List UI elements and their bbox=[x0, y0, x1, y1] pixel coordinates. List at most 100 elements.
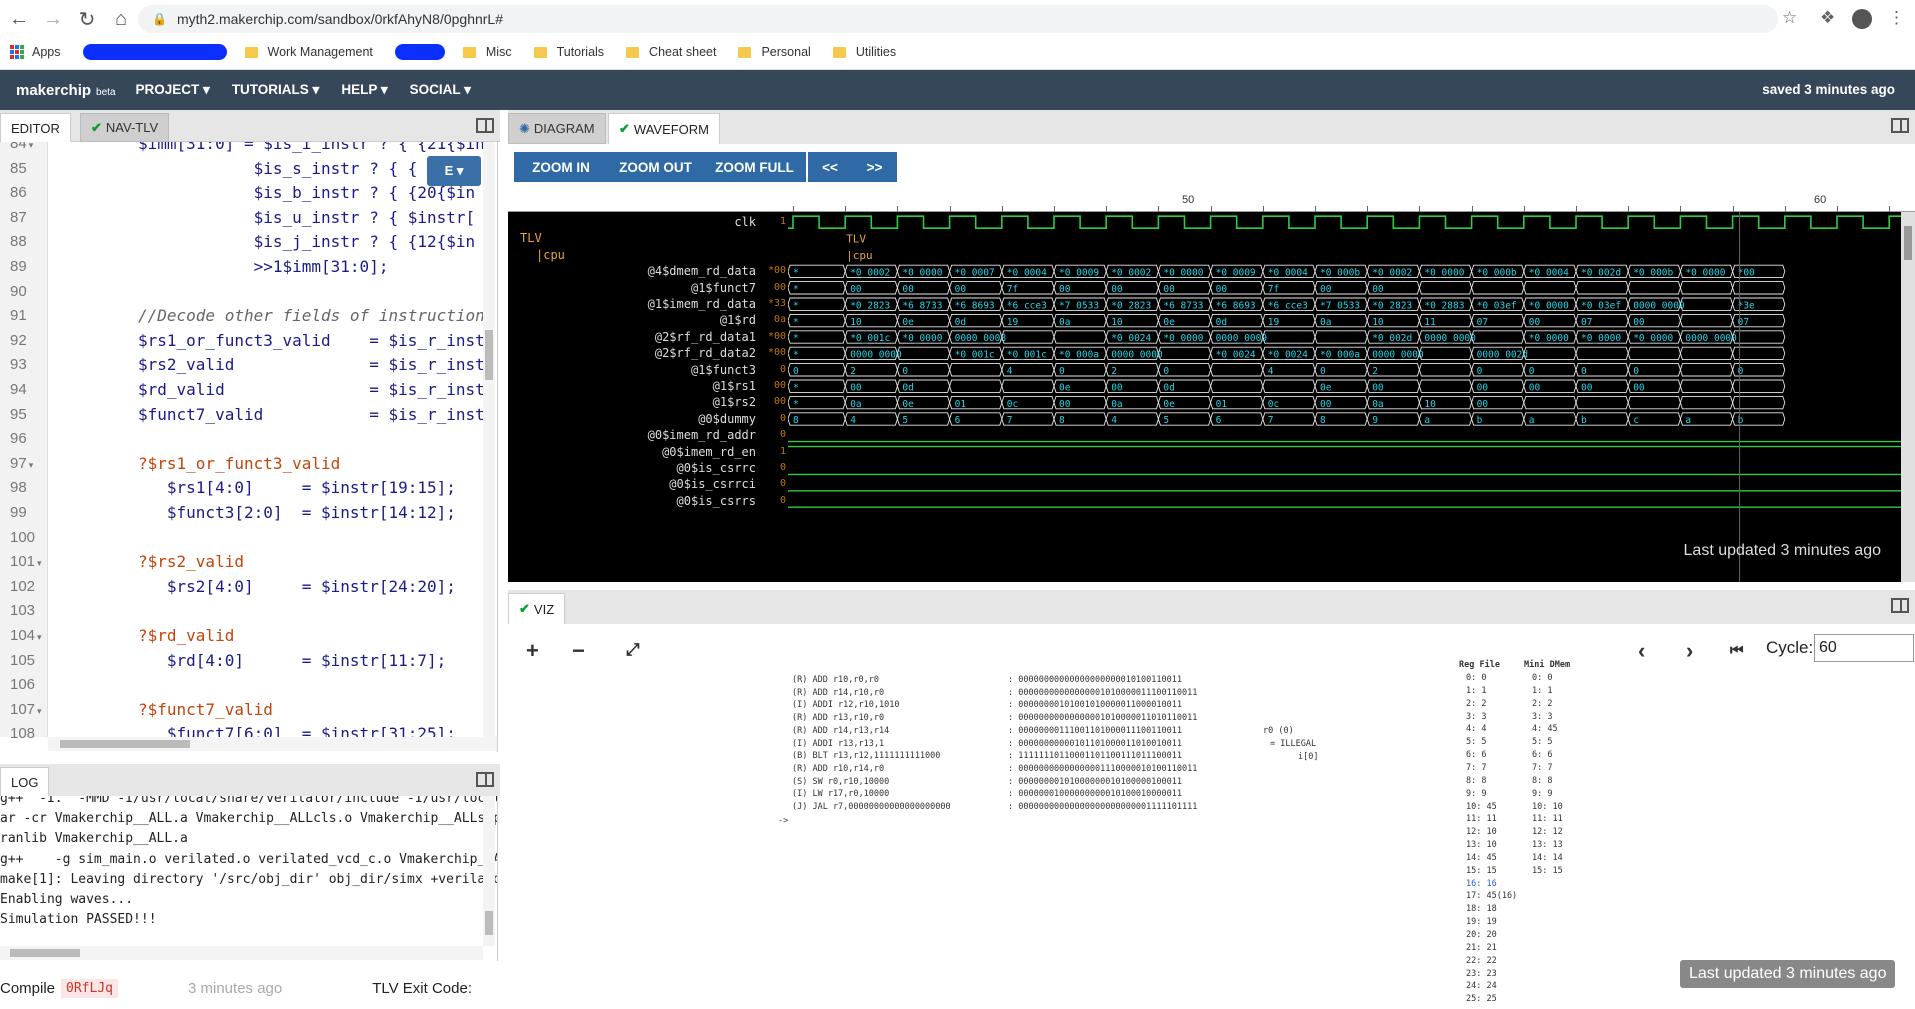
zoom-out-button[interactable]: ZOOM OUT bbox=[608, 152, 703, 182]
fold-arrow-icon[interactable]: ▾ bbox=[29, 460, 34, 470]
bookmark-label: Tutorials bbox=[556, 45, 605, 59]
instruction-binary: : 00000000111001101000011100110011 bbox=[1008, 725, 1182, 736]
tab-label: WAVEFORM bbox=[633, 121, 710, 137]
editor-horizontal-scrollbar[interactable] bbox=[48, 737, 497, 751]
compile-id-badge[interactable]: 0RfLJq bbox=[61, 978, 118, 998]
fold-arrow-icon[interactable]: ▾ bbox=[37, 558, 42, 568]
regfile-entry: 1: 1 bbox=[1466, 685, 1487, 696]
cycle-label: Cycle: bbox=[1766, 638, 1814, 657]
bus-value: 0e bbox=[902, 399, 914, 410]
bookmark-tutorials[interactable]: Tutorials bbox=[533, 45, 605, 59]
instruction-asm: (R) ADD r10,r14,r0 bbox=[792, 763, 885, 774]
bookmark-misc[interactable]: Misc bbox=[462, 45, 512, 59]
dmem-entry: 3: 3 bbox=[1532, 711, 1553, 722]
menu-tutorials[interactable]: TUTORIALS ▾ bbox=[232, 82, 320, 98]
first-cycle-icon[interactable]: ⏮ bbox=[1730, 642, 1744, 659]
regfile-entry: 20: 20 bbox=[1466, 930, 1497, 940]
pane-toggle-icon[interactable] bbox=[476, 118, 494, 133]
bus-segment bbox=[1679, 379, 1734, 393]
bookmark-utilities[interactable]: Utilities bbox=[832, 45, 896, 59]
next-cycle-icon[interactable]: › bbox=[1686, 638, 1693, 664]
regfile-entry: 22: 22 bbox=[1466, 955, 1497, 966]
bus-value: a bbox=[1424, 415, 1430, 426]
code-editor[interactable]: 84 ▾ 85 86 87 88 89 90 91 92 93 94 95 96 97 ▾ 98 99 100 101… bbox=[0, 142, 498, 752]
bus-segment bbox=[1471, 281, 1525, 295]
star-icon[interactable]: ☆ bbox=[1782, 8, 1797, 28]
signal-name[interactable]: @0$is_csrrs bbox=[508, 491, 756, 511]
menu-social[interactable]: SOCIAL ▾ bbox=[410, 82, 471, 98]
bookmark-cheat-sheet[interactable]: Cheat sheet bbox=[626, 45, 716, 59]
scroll-thumb[interactable] bbox=[1904, 226, 1912, 260]
bus-value: 0000_0008 bbox=[955, 333, 1007, 344]
bookmark-personal[interactable]: Personal bbox=[738, 45, 811, 59]
profile-avatar-icon[interactable] bbox=[1852, 9, 1872, 29]
bookmark-apps[interactable]: Apps bbox=[10, 45, 61, 59]
check-icon: ✔ bbox=[519, 601, 530, 616]
scroll-thumb[interactable] bbox=[485, 330, 493, 380]
bus-value: *7_0533 bbox=[1059, 300, 1099, 311]
pane-toggle-icon[interactable] bbox=[1891, 598, 1909, 613]
prev-cycle-icon[interactable]: ‹ bbox=[1638, 638, 1645, 664]
cycle-input[interactable]: 60 bbox=[1814, 634, 1914, 662]
waveform-traces[interactable]: TLV |cpu * *0_0002 *0_0000 *0_0007 *0_0004 *0_0… bbox=[788, 212, 1901, 582]
tab-viz[interactable]: ✔ VIZ bbox=[508, 593, 566, 624]
waveform-scrollbar[interactable] bbox=[1901, 212, 1915, 582]
bus-value: * bbox=[793, 317, 799, 328]
bookmark-work-management[interactable]: Work Management bbox=[244, 45, 373, 59]
tab-nav-tlv[interactable]: ✔ NAV-TLV bbox=[80, 113, 170, 142]
log-output: g++ -I. -MMD -I/usr/local/share/verilato… bbox=[0, 796, 498, 961]
scroll-right-button[interactable]: >> bbox=[852, 152, 897, 182]
menu-project[interactable]: PROJECT ▾ bbox=[136, 82, 210, 98]
zoom-in-icon[interactable]: + bbox=[526, 638, 539, 664]
instruction-asm: (S) SW r0,r10,10000 bbox=[792, 776, 890, 787]
dmem-entry: 6: 6 bbox=[1532, 750, 1553, 761]
bus-value: *0_0000 bbox=[902, 268, 942, 279]
reload-icon[interactable]: ↻ bbox=[72, 4, 102, 34]
tab-editor[interactable]: EDITOR bbox=[0, 113, 71, 142]
bus-value: 07 bbox=[1477, 317, 1488, 328]
scroll-thumb[interactable] bbox=[60, 740, 190, 748]
tab-log[interactable]: LOG bbox=[0, 767, 50, 796]
zoom-out-icon[interactable]: − bbox=[572, 638, 585, 664]
line-number: 98 bbox=[10, 479, 27, 497]
extensions-icon[interactable]: ❖ bbox=[1820, 8, 1835, 28]
bus-value: 0000_002d bbox=[1477, 350, 1528, 361]
dmem-entry: 14: 14 bbox=[1532, 852, 1563, 863]
bookmark-label: Misc bbox=[485, 45, 512, 59]
waveform-tabbar: ✺ DIAGRAM ✔ WAVEFORM bbox=[508, 110, 1915, 144]
scroll-thumb[interactable] bbox=[10, 949, 80, 957]
editor-e-dropdown-button[interactable]: E ▾ bbox=[427, 156, 481, 186]
bus-segment bbox=[1627, 346, 1681, 361]
code-line: ?$funct7_valid bbox=[138, 699, 273, 719]
bus-value: *0_0000 bbox=[902, 333, 942, 344]
browser-menu-icon[interactable]: ⋮ bbox=[1888, 8, 1905, 28]
tab-diagram[interactable]: ✺ DIAGRAM bbox=[508, 113, 606, 144]
fold-arrow-icon[interactable]: ▾ bbox=[37, 706, 42, 716]
forward-icon[interactable]: → bbox=[38, 4, 68, 34]
bus-value: *0_000b bbox=[1320, 268, 1360, 279]
bus-segment bbox=[1418, 363, 1473, 377]
address-bar[interactable]: 🔒 myth2.makerchip.com/sandbox/0rkfAhyN8/… bbox=[138, 5, 1778, 33]
zoom-full-button[interactable]: ZOOM FULL bbox=[703, 152, 806, 182]
back-icon[interactable]: ← bbox=[4, 4, 34, 34]
home-icon[interactable]: ⌂ bbox=[106, 4, 136, 34]
makerchip-logo[interactable]: makerchip beta bbox=[16, 82, 116, 99]
bus-segment bbox=[1001, 330, 1055, 344]
pane-toggle-icon[interactable] bbox=[476, 772, 494, 787]
tab-waveform[interactable]: ✔ WAVEFORM bbox=[608, 113, 721, 144]
menu-help[interactable]: HELP ▾ bbox=[341, 82, 387, 98]
scope-label: |cpu bbox=[846, 249, 873, 262]
scroll-left-button[interactable]: << bbox=[808, 152, 852, 182]
bus-segment bbox=[1210, 363, 1264, 377]
fold-arrow-icon[interactable]: ▾ bbox=[29, 142, 34, 150]
zoom-in-button[interactable]: ZOOM IN bbox=[514, 152, 608, 182]
bus-segment bbox=[1575, 395, 1629, 410]
log-horizontal-scrollbar[interactable] bbox=[0, 946, 483, 960]
editor-vertical-scrollbar[interactable] bbox=[483, 142, 495, 737]
scroll-thumb[interactable] bbox=[485, 911, 493, 935]
bus-segment bbox=[1157, 346, 1212, 361]
pane-toggle-icon[interactable] bbox=[1891, 118, 1909, 133]
fit-expand-icon[interactable]: ⤢ bbox=[626, 640, 640, 660]
fold-arrow-icon[interactable]: ▾ bbox=[37, 632, 42, 642]
log-vertical-scrollbar[interactable] bbox=[483, 796, 495, 946]
